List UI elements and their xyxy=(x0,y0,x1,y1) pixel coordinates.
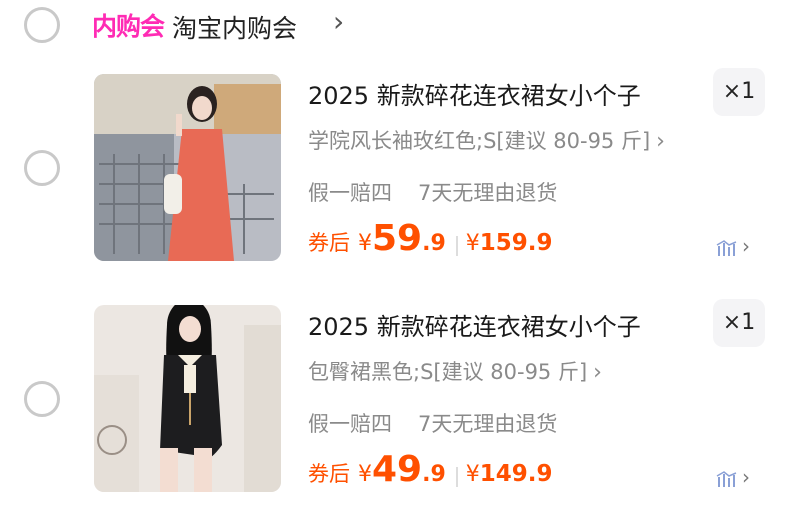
price-trend-button[interactable]: › xyxy=(716,234,750,258)
service-tag-free-return: 7天无理由退货 xyxy=(418,181,558,205)
currency-symbol: ¥ xyxy=(358,462,372,487)
original-currency-symbol: ¥ xyxy=(465,462,480,487)
coupon-price-label: 券后 xyxy=(308,231,350,255)
service-tags: 假一赔四 7天无理由退货 xyxy=(308,177,557,207)
price-integer: 49 xyxy=(372,449,423,490)
product-title[interactable]: 2025 新款碎花连衣裙女小个子 xyxy=(308,76,641,111)
price-trend-icon xyxy=(716,239,737,256)
product-photo-icon xyxy=(94,74,281,261)
chevron-right-icon: › xyxy=(656,129,665,154)
quantity-badge[interactable]: ×1 xyxy=(713,68,765,116)
product-image[interactable] xyxy=(94,74,281,261)
price-trend-button[interactable]: › xyxy=(716,465,750,489)
price-divider xyxy=(455,235,458,256)
chevron-right-icon[interactable]: › xyxy=(333,5,344,38)
service-tag-fake-compensation: 假一赔四 xyxy=(308,412,392,436)
cart-item: 2025 新款碎花连衣裙女小个子 ×1 包臀裙黑色;S[建议 80-95 斤] ›… xyxy=(0,293,800,513)
original-price: 159.9 xyxy=(479,230,553,256)
variant-text: 包臀裙黑色;S[建议 80-95 斤] xyxy=(308,360,588,384)
chevron-right-icon: › xyxy=(742,234,750,258)
price-trend-icon xyxy=(716,470,737,487)
chevron-right-icon: › xyxy=(742,465,750,489)
coupon-price-label: 券后 xyxy=(308,462,350,486)
quantity-badge[interactable]: ×1 xyxy=(713,299,765,347)
price-row: 券后 ¥59.9 ¥159.9 xyxy=(308,218,553,259)
service-tag-free-return: 7天无理由退货 xyxy=(418,412,558,436)
variant-selector[interactable]: 包臀裙黑色;S[建议 80-95 斤] › xyxy=(308,356,602,386)
price-row: 券后 ¥49.9 ¥149.9 xyxy=(308,449,553,490)
original-currency-symbol: ¥ xyxy=(465,231,480,256)
service-tags: 假一赔四 7天无理由退货 xyxy=(308,408,557,438)
cart-item: 2025 新款碎花连衣裙女小个子 ×1 学院风长袖玫红色;S[建议 80-95 … xyxy=(0,62,800,282)
variant-selector[interactable]: 学院风长袖玫红色;S[建议 80-95 斤] › xyxy=(308,125,665,155)
price-decimal: .9 xyxy=(422,231,446,256)
product-photo-icon xyxy=(94,305,281,492)
item-select-radio[interactable] xyxy=(24,150,60,186)
service-tag-fake-compensation: 假一赔四 xyxy=(308,181,392,205)
store-name-link[interactable]: 淘宝内购会 xyxy=(172,9,297,45)
product-title[interactable]: 2025 新款碎花连衣裙女小个子 xyxy=(308,307,641,342)
original-price: 149.9 xyxy=(479,461,553,487)
chevron-right-icon: › xyxy=(593,360,602,385)
store-badge: 内购会 xyxy=(92,12,165,41)
store-select-radio[interactable] xyxy=(24,7,60,43)
price-integer: 59 xyxy=(372,218,423,259)
variant-text: 学院风长袖玫红色;S[建议 80-95 斤] xyxy=(308,129,651,153)
store-header: 内购会 淘宝内购会 › xyxy=(0,0,800,52)
product-image[interactable] xyxy=(94,305,281,492)
price-divider xyxy=(455,466,458,487)
currency-symbol: ¥ xyxy=(358,231,372,256)
item-select-radio[interactable] xyxy=(24,381,60,417)
price-decimal: .9 xyxy=(422,462,446,487)
